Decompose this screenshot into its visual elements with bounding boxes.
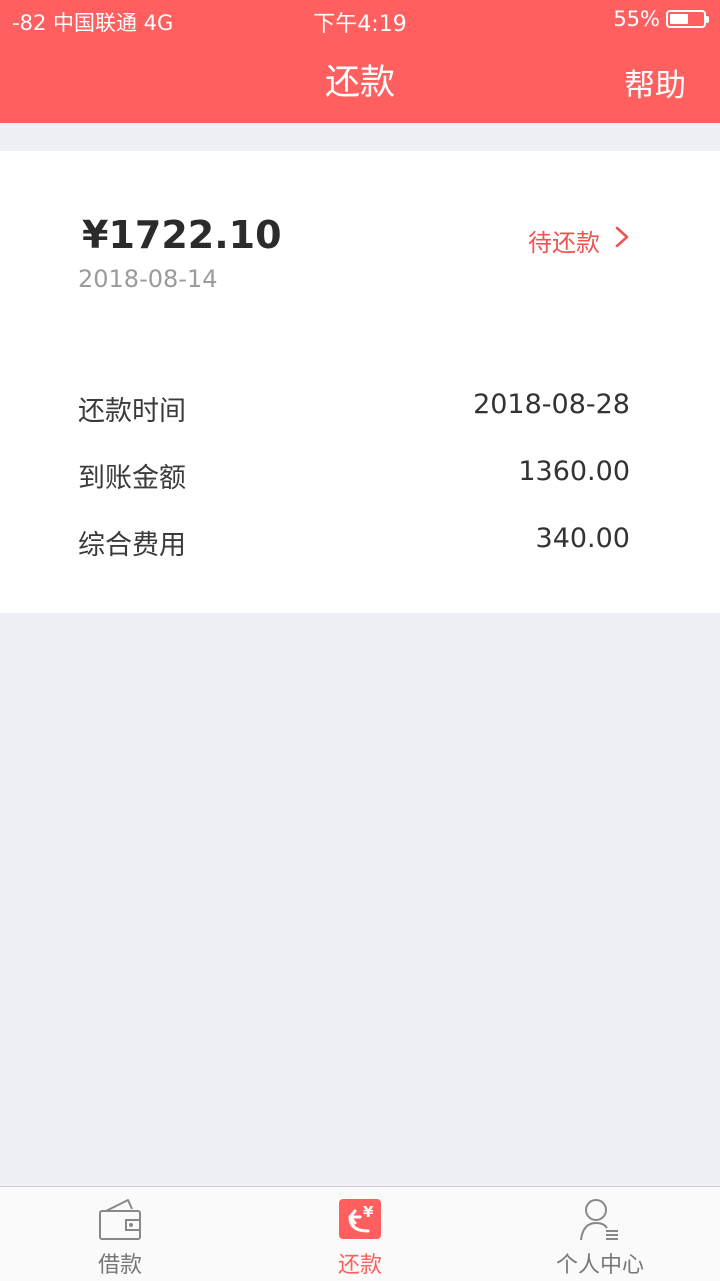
- status-bar: -82 中国联通 4G 下午4:19 55%: [0, 0, 720, 40]
- wallet-icon: [99, 1199, 141, 1240]
- tab-borrow[interactable]: 借款: [0, 1187, 240, 1281]
- clock: 下午4:19: [313, 12, 407, 37]
- detail-row-total-fee: 综合费用 340.00: [78, 523, 630, 563]
- detail-value: 1360.00: [518, 456, 630, 487]
- header: -82 中国联通 4G 下午4:19 55% 还款 帮助: [0, 0, 720, 123]
- tab-profile[interactable]: 个人中心: [480, 1187, 720, 1281]
- chevron-right-icon[interactable]: [612, 225, 632, 249]
- status-label: 待还款: [528, 229, 600, 257]
- tab-bar: 借款 ¥ 还款 个人中心: [0, 1186, 720, 1281]
- loan-card[interactable]: ¥1722.10 2018-08-14 待还款 还款时间 2018-08-28 …: [0, 151, 720, 613]
- detail-label: 还款时间: [78, 396, 186, 427]
- detail-row-due-date: 还款时间 2018-08-28: [78, 389, 630, 429]
- title-bar: 还款 帮助: [0, 40, 720, 123]
- detail-label: 到账金额: [78, 463, 186, 494]
- repay-icon: ¥: [339, 1199, 381, 1239]
- battery-status: 55%: [613, 7, 709, 31]
- profile-icon: [580, 1199, 618, 1241]
- help-button[interactable]: 帮助: [624, 60, 686, 105]
- detail-value: 2018-08-28: [473, 389, 630, 420]
- detail-label: 综合费用: [78, 530, 186, 561]
- tab-label: 借款: [97, 1253, 142, 1278]
- detail-value: 340.00: [535, 523, 630, 554]
- battery-percent: 55%: [613, 7, 660, 31]
- tab-label: 个人中心: [555, 1253, 644, 1278]
- page-title: 还款: [324, 63, 395, 103]
- tab-label: 还款: [337, 1253, 382, 1278]
- tab-repay[interactable]: ¥ 还款: [240, 1187, 480, 1281]
- svg-text:¥: ¥: [363, 1203, 374, 1221]
- detail-row-received-amount: 到账金额 1360.00: [78, 456, 630, 496]
- battery-icon: [666, 10, 709, 28]
- loan-date: 2018-08-14: [78, 265, 218, 293]
- loan-amount: ¥1722.10: [82, 213, 282, 257]
- battery-level: [670, 14, 688, 24]
